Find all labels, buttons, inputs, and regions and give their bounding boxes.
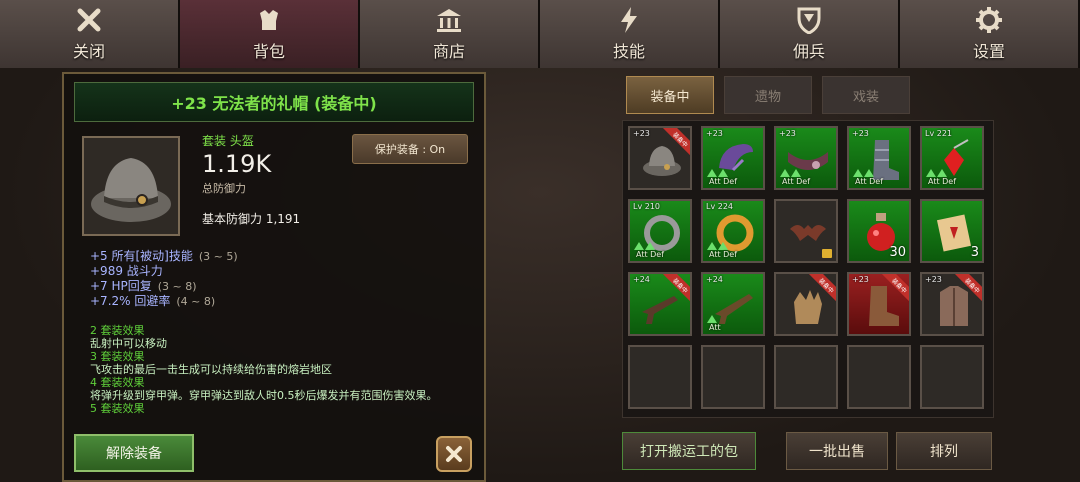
set-effect-text: 乱射中可以移动 <box>90 337 167 350</box>
close-detail-button[interactable] <box>436 436 472 472</box>
equipment-slot[interactable]: +23 Att Def <box>847 126 911 190</box>
tab-costume[interactable]: 戏装 <box>822 76 910 114</box>
equipment-slot[interactable]: +23 Att Def <box>774 126 838 190</box>
empty-slot[interactable] <box>701 345 765 409</box>
empty-slot[interactable] <box>847 345 911 409</box>
open-porter-bag-button[interactable]: 打开搬运工的包 <box>622 432 756 470</box>
slot-level: +23 <box>779 129 796 138</box>
total-defense-value: 1.19K <box>202 150 272 178</box>
sort-button[interactable]: 排列 <box>896 432 992 470</box>
set-effect-text: 将弹升级到穿甲弹。穿甲弹达到敌人时0.5秒后爆发并有范围伤害效果。 <box>90 389 438 402</box>
equipment-slot[interactable]: Lv 221 Att Def <box>920 126 984 190</box>
tab-relics[interactable]: 遗物 <box>724 76 812 114</box>
equipment-slot[interactable]: +23 Att Def <box>701 126 765 190</box>
top-nav: 关闭 背包 商店 技能 佣兵 设置 <box>0 0 1080 68</box>
set-effect-heading: 5 套装效果 <box>90 402 145 415</box>
upgrade-arrows-icon <box>707 242 728 250</box>
stat-line: +5 所有[被动]技能 (3 ~ 5) <box>90 249 238 263</box>
unequip-button[interactable]: 解除装备 <box>74 434 194 472</box>
item-image <box>82 136 180 236</box>
lock-icon <box>822 249 832 258</box>
equipment-slot[interactable]: +23 装备中 <box>628 126 692 190</box>
equipment-slot[interactable]: 装备中 <box>774 272 838 336</box>
att-def-label: Att Def <box>709 250 738 259</box>
equipment-slot[interactable] <box>774 199 838 263</box>
stat-line: +989 战斗力 <box>90 264 163 278</box>
shield-icon <box>794 6 824 34</box>
empty-slot[interactable] <box>628 345 692 409</box>
upgrade-arrows-icon <box>926 169 947 177</box>
upgrade-arrows-icon <box>853 169 874 177</box>
item-count: 3 <box>970 245 979 260</box>
tab-skills[interactable]: 技能 <box>540 0 720 68</box>
empty-slot[interactable] <box>920 345 984 409</box>
slot-level: +23 <box>852 129 869 138</box>
upgrade-arrows-icon <box>780 169 801 177</box>
set-type: 套装 头盔 <box>202 134 254 148</box>
equipment-slot[interactable]: Lv 210 Att Def <box>628 199 692 263</box>
upgrade-arrows-icon <box>707 169 728 177</box>
equipment-slot[interactable]: 30 <box>847 199 911 263</box>
slot-level: +23 <box>706 129 723 138</box>
protect-equipment-button[interactable]: 保护装备 : On <box>352 134 468 164</box>
slot-level: +23 <box>852 275 869 284</box>
att-def-label: Att Def <box>709 177 738 186</box>
att-def-label: Att Def <box>782 177 811 186</box>
gear-icon <box>974 6 1004 34</box>
upgrade-arrows-icon <box>634 242 655 250</box>
att-def-label: Att Def <box>928 177 957 186</box>
close-icon <box>74 6 104 34</box>
set-effect-text: 飞攻击的最后一击生成可以持续给伤害的熔岩地区 <box>90 363 332 376</box>
stat-line: +7.2% 回避率 (4 ~ 8) <box>90 294 216 308</box>
set-effects: 2 套装效果 乱射中可以移动 3 套装效果 飞攻击的最后一击生成可以持续给伤害的… <box>90 324 470 424</box>
tab-label: 背包 <box>252 42 285 61</box>
att-def-label: Att <box>709 323 721 332</box>
tab-equipped[interactable]: 装备中 <box>626 76 714 114</box>
equipment-slot[interactable]: +23 装备中 <box>847 272 911 336</box>
tab-bag[interactable]: 背包 <box>180 0 360 68</box>
tab-mercenary[interactable]: 佣兵 <box>720 0 900 68</box>
set-effect-heading: 4 套装效果 <box>90 376 145 389</box>
bank-icon <box>434 6 464 34</box>
tab-settings[interactable]: 设置 <box>900 0 1080 68</box>
tab-label: 佣兵 <box>792 42 825 61</box>
base-defense: 基本防御力 1,191 <box>202 212 301 226</box>
total-defense-label: 总防御力 <box>202 182 246 195</box>
item-count: 30 <box>889 245 906 260</box>
att-def-label: Att Def <box>636 250 665 259</box>
bulk-sell-button[interactable]: 一批出售 <box>786 432 888 470</box>
equipment-slot[interactable]: 3 <box>920 199 984 263</box>
upgrade-arrows-icon <box>707 315 717 323</box>
tab-label: 商店 <box>432 42 465 61</box>
lightning-icon <box>614 6 644 34</box>
tab-label: 设置 <box>972 42 1005 61</box>
slot-level: +23 <box>633 129 650 138</box>
equipment-slot[interactable]: +24 装备中 <box>628 272 692 336</box>
close-icon <box>446 446 462 462</box>
set-effect-heading: 2 套装效果 <box>90 324 145 337</box>
stat-line: +7 HP回复 (3 ~ 8) <box>90 279 197 293</box>
slot-level: +24 <box>633 275 650 284</box>
slot-level: Lv 210 <box>633 202 661 211</box>
slot-level: Lv 224 <box>706 202 734 211</box>
slot-level: +23 <box>925 275 942 284</box>
item-detail-panel: +23 无法者的礼帽 (装备中) 套装 头盔 1.19K 总防御力 基本防御力 … <box>62 72 486 482</box>
item-title: +23 无法者的礼帽 (装备中) <box>74 82 474 122</box>
slot-level: +24 <box>706 275 723 284</box>
item-stats: +5 所有[被动]技能 (3 ~ 5) +989 战斗力 +7 HP回复 (3 ~ … <box>90 249 470 309</box>
slot-level: Lv 221 <box>925 129 953 138</box>
armor-icon <box>254 6 284 34</box>
empty-slot[interactable] <box>774 345 838 409</box>
hat-icon <box>91 158 171 222</box>
tab-close[interactable]: 关闭 <box>0 0 180 68</box>
equipment-slot[interactable]: +23 装备中 <box>920 272 984 336</box>
tab-label: 关闭 <box>72 42 105 61</box>
tab-shop[interactable]: 商店 <box>360 0 540 68</box>
set-effect-heading: 3 套装效果 <box>90 350 145 363</box>
equip-tabs: 装备中 遗物 戏装 <box>626 76 910 114</box>
att-def-label: Att Def <box>855 177 884 186</box>
equipment-slot[interactable]: Lv 224 Att Def <box>701 199 765 263</box>
equipment-slot[interactable]: +24 Att <box>701 272 765 336</box>
tab-label: 技能 <box>612 42 645 61</box>
